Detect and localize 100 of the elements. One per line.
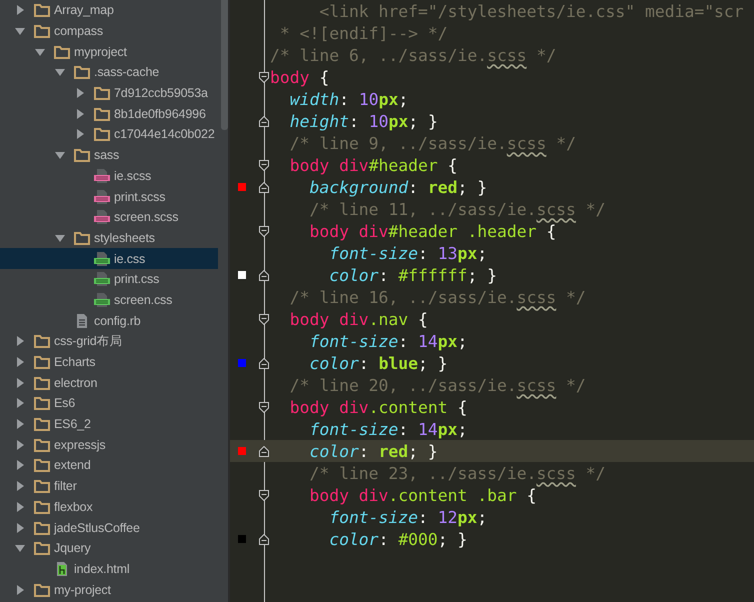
tree-item[interactable]: stylesheets <box>0 228 218 248</box>
collapsed-arrow-icon <box>14 356 26 368</box>
tree-item[interactable]: index.html <box>0 558 218 580</box>
code-line: color: blue; } <box>308 354 448 372</box>
fold-icon[interactable] <box>259 160 269 170</box>
tree-item[interactable]: print.css <box>0 268 218 290</box>
code-line: body div.content { <box>288 398 468 416</box>
folder-icon <box>34 355 50 370</box>
tree-item[interactable]: ie.css <box>0 248 218 269</box>
tree-item[interactable]: css-grid布局 <box>0 331 218 352</box>
code-line: * <![endif]--> */ <box>278 24 448 42</box>
tree-item[interactable]: ES6_2 <box>0 414 218 434</box>
folder-icon <box>34 334 50 348</box>
folder-icon <box>74 65 90 80</box>
folder-icon <box>54 44 70 59</box>
file-icon <box>94 209 110 226</box>
expanded-arrow-icon <box>14 542 26 554</box>
collapsed-arrow-icon <box>14 438 26 451</box>
code-line: body div.content .bar { <box>308 486 536 504</box>
unfold-icon[interactable] <box>259 116 269 126</box>
tree-item[interactable]: compass <box>0 20 218 42</box>
collapsed-arrow-icon <box>14 376 26 389</box>
collapsed-arrow-icon <box>14 500 26 513</box>
tree-item[interactable]: 8b1de0fb964996 <box>0 103 218 124</box>
code-line: <link href="/stylesheets/ie.css" media="scr <box>318 2 744 20</box>
code-line: /* line 16, ../sass/ie.scss */ <box>288 288 586 306</box>
code-line: width: 10px; <box>288 90 408 108</box>
tree-item[interactable]: jadeStlusCoffee <box>0 517 218 538</box>
tree-item[interactable]: Jquery <box>0 538 218 559</box>
tree-item[interactable]: filter <box>0 476 218 496</box>
tree-item[interactable]: ie.scss <box>0 166 218 186</box>
unfold-icon[interactable] <box>259 446 269 456</box>
folder-icon <box>34 24 50 38</box>
unfold-icon[interactable] <box>259 182 269 192</box>
unfold-icon[interactable] <box>259 534 269 544</box>
collapsed-arrow-icon <box>14 480 26 492</box>
scrollbar-thumb[interactable] <box>221 0 228 130</box>
code-line: font-size: 14px; <box>308 420 468 438</box>
unfold-icon[interactable] <box>259 358 269 368</box>
tree-item[interactable]: Echarts <box>0 352 218 372</box>
code-line: body div.nav { <box>288 310 428 328</box>
expanded-arrow-icon <box>54 149 66 162</box>
tree-item[interactable]: flexbox <box>0 496 218 518</box>
fold-icon[interactable] <box>259 490 269 500</box>
file-icon <box>74 312 90 329</box>
collapsed-arrow-icon <box>74 87 86 100</box>
expanded-arrow-icon <box>14 25 26 38</box>
folder-icon <box>74 148 90 162</box>
code-line: font-size: 12px; <box>328 508 488 526</box>
fold-icon[interactable] <box>259 226 269 236</box>
file-icon <box>54 560 70 577</box>
unfold-icon[interactable] <box>259 270 269 280</box>
folder-icon <box>94 127 110 142</box>
code-line: /* line 11, ../sass/ie.scss */ <box>308 200 606 218</box>
fold-icon[interactable] <box>259 72 269 82</box>
code-line: font-size: 14px; <box>308 332 468 350</box>
tree-item[interactable]: Array_map <box>0 0 218 21</box>
collapsed-arrow-icon <box>14 459 26 472</box>
fold-icon[interactable] <box>259 314 269 324</box>
tree-item[interactable]: expressjs <box>0 434 218 456</box>
file-icon <box>94 292 110 308</box>
collapsed-arrow-icon <box>14 335 26 348</box>
tree-item[interactable]: Es6 <box>0 393 218 414</box>
tree-item[interactable]: my-project <box>0 579 218 600</box>
collapsed-arrow-icon <box>14 397 26 410</box>
folder-icon <box>34 479 50 494</box>
tree-item[interactable]: c17044e14c0b022 <box>0 124 218 145</box>
folder-icon <box>34 541 50 556</box>
code-line: /* line 6, ../sass/ie.scss */ <box>270 46 556 64</box>
folder-icon <box>74 230 90 245</box>
collapsed-arrow-icon <box>14 584 26 596</box>
fold-icon[interactable] <box>259 402 269 412</box>
collapsed-arrow-icon <box>14 522 26 534</box>
file-icon <box>94 168 110 184</box>
tree-item[interactable]: .sass-cache <box>0 62 218 83</box>
code-line: background: red; } <box>308 178 488 196</box>
tree-item[interactable]: electron <box>0 372 218 394</box>
tree-item[interactable]: screen.scss <box>0 206 218 228</box>
folder-icon <box>34 458 50 472</box>
folder-icon <box>34 396 50 410</box>
code-line: /* line 23, ../sass/ie.scss */ <box>308 464 606 482</box>
file-icon <box>94 271 110 288</box>
code-line: font-size: 13px; <box>328 244 488 262</box>
folder-icon <box>94 86 110 100</box>
collapsed-arrow-icon <box>14 418 26 430</box>
folder-icon <box>34 500 50 514</box>
tree-item[interactable]: sass <box>0 144 218 166</box>
code-line: /* line 20, ../sass/ie.scss */ <box>288 376 586 394</box>
folder-icon <box>34 438 50 452</box>
folder-icon <box>34 417 50 432</box>
tree-item[interactable]: screen.css <box>0 290 218 310</box>
tree-item[interactable]: extend <box>0 455 218 476</box>
tree-item[interactable]: config.rb <box>0 310 218 331</box>
code-line: /* line 9, ../sass/ie.scss */ <box>288 134 576 152</box>
code-line: height: 10px; } <box>288 112 438 130</box>
tree-item[interactable]: myproject <box>0 41 218 62</box>
tree-item[interactable]: print.scss <box>0 186 218 207</box>
tree-item[interactable]: 7d912ccb59053a <box>0 82 218 104</box>
folder-icon <box>94 106 110 121</box>
folder-icon <box>34 3 50 18</box>
